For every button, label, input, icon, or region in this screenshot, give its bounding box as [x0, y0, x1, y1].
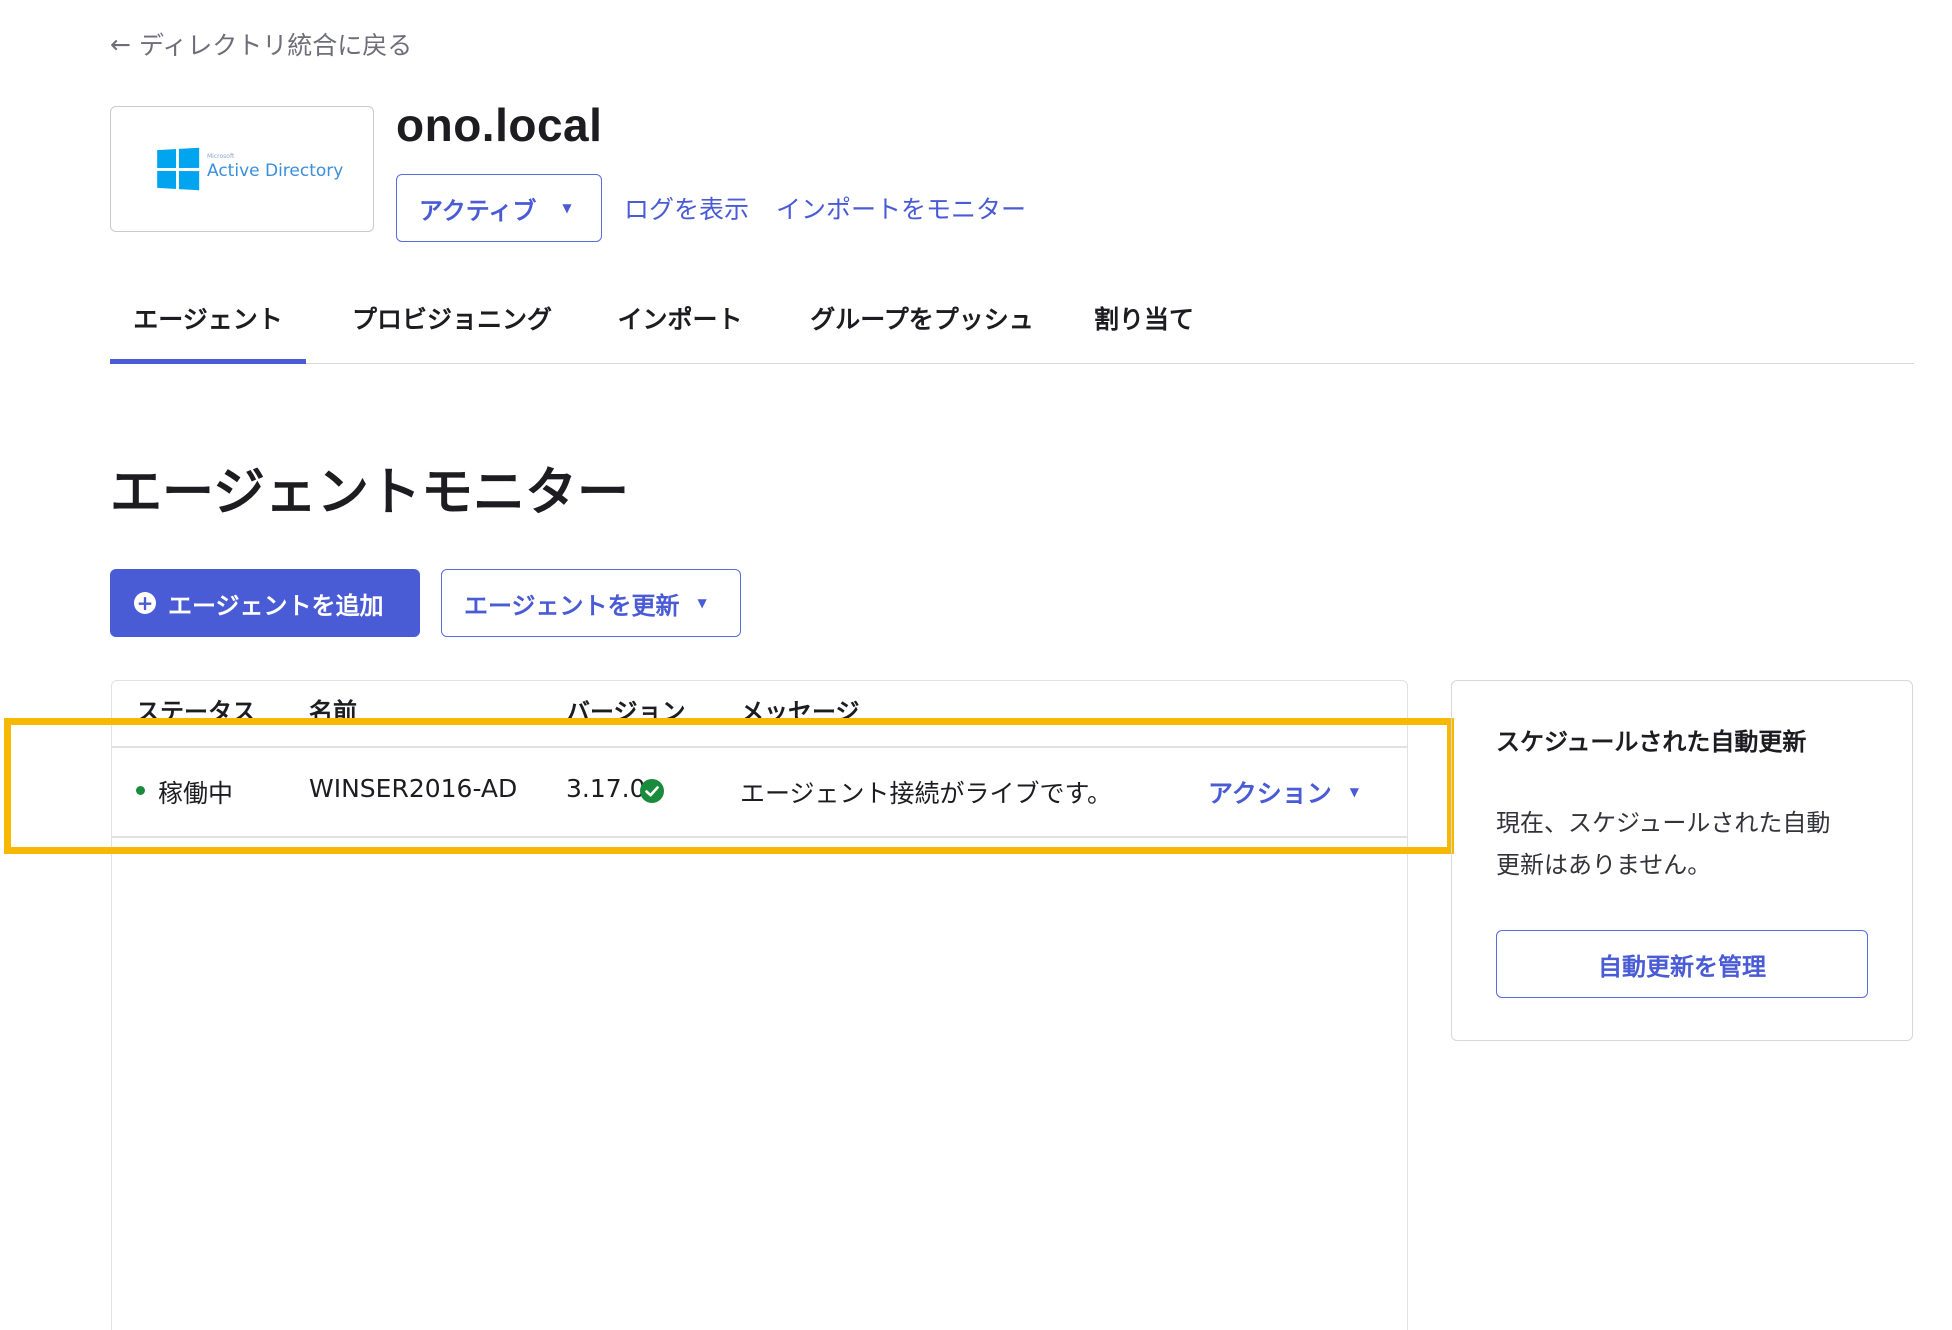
logo-brand: Microsoft: [207, 153, 235, 160]
tab-push-groups[interactable]: グループをプッシュ: [802, 300, 1042, 364]
update-agent-button[interactable]: エージェントを更新 ▼: [441, 569, 741, 637]
plus-circle-icon: +: [134, 592, 156, 614]
column-header-message: メッセージ: [740, 698, 860, 720]
update-agent-label: エージェントを更新: [464, 591, 680, 620]
tab-assignments[interactable]: 割り当て: [1088, 300, 1200, 364]
manage-auto-update-label: 自動更新を管理: [1598, 952, 1766, 981]
column-header-version: バージョン: [566, 698, 686, 720]
caret-down-icon: ▼: [562, 201, 572, 215]
add-agent-label: エージェントを追加: [168, 591, 384, 620]
section-title: エージェントモニター: [110, 463, 629, 523]
auto-update-title: スケジュールされた自動更新: [1496, 728, 1807, 756]
tab-agents[interactable]: エージェント: [110, 300, 306, 364]
logo-text: Active Directory: [207, 161, 344, 181]
tab-import[interactable]: インポート: [610, 300, 750, 364]
arrow-left-icon: ←: [110, 29, 131, 59]
windows-logo-icon: [157, 147, 200, 191]
highlight-box: [4, 718, 1454, 854]
status-dropdown-label: アクティブ: [419, 196, 537, 225]
page-title: ono.local: [396, 99, 603, 151]
back-link[interactable]: ← ディレクトリ統合に戻る: [110, 26, 412, 62]
caret-down-icon: ▼: [697, 596, 707, 610]
tab-provisioning[interactable]: プロビジョニング: [342, 300, 562, 364]
auto-update-text: 現在、スケジュールされた自動更新はありません。: [1496, 809, 1831, 879]
add-agent-button[interactable]: + エージェントを追加: [110, 569, 420, 637]
tab-bar: エージェント プロビジョニング インポート グループをプッシュ 割り当て: [110, 300, 1914, 364]
column-header-status: ステータス: [136, 698, 256, 720]
column-header-name: 名前: [309, 698, 357, 720]
view-logs-link[interactable]: ログを表示: [624, 190, 749, 226]
manage-auto-update-button[interactable]: 自動更新を管理: [1496, 930, 1868, 998]
monitor-imports-link[interactable]: インポートをモニター: [776, 190, 1026, 226]
integration-logo: Microsoft Active Directory: [110, 106, 374, 232]
back-link-label: ディレクトリ統合に戻る: [138, 31, 413, 60]
status-dropdown[interactable]: アクティブ ▼: [396, 174, 602, 242]
